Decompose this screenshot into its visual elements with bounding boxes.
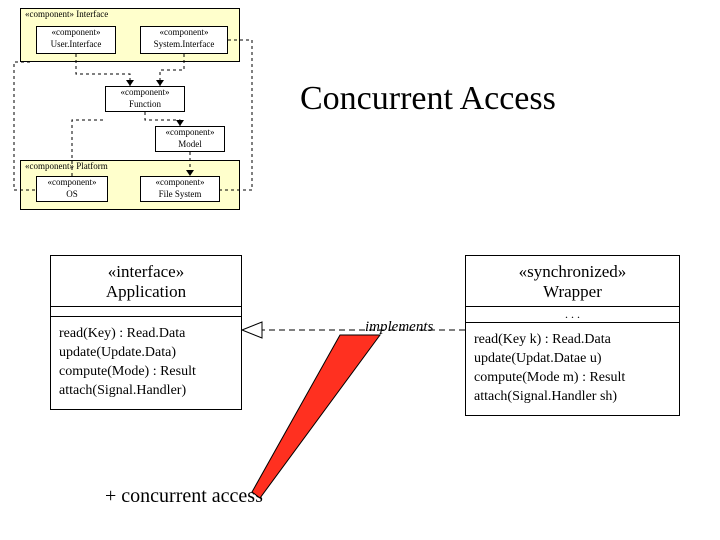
stereo: «component» — [141, 177, 219, 189]
stereo: «component» — [156, 127, 224, 139]
op: read(Key k) : Read.Data — [474, 331, 671, 350]
label-interface-outer: «component» Interface — [21, 9, 239, 21]
component-os: «component» OS — [36, 176, 108, 202]
stereo: «component» — [106, 87, 184, 99]
wrapper-name: Wrapper — [470, 282, 675, 302]
op: read(Key) : Read.Data — [59, 325, 233, 344]
op: compute(Mode m) : Result — [474, 369, 671, 388]
op: compute(Mode) : Result — [59, 363, 233, 382]
interface-mid — [51, 307, 241, 317]
op: attach(Signal.Handler sh) — [474, 388, 671, 407]
page-title: Concurrent Access — [300, 80, 556, 118]
concurrent-access-label: + concurrent access — [105, 485, 263, 508]
interface-ops: read(Key) : Read.Data update(Update.Data… — [51, 317, 241, 409]
op: update(Updat.Datae u) — [474, 350, 671, 369]
interface-stereo: «interface» — [55, 262, 237, 282]
op: update(Update.Data) — [59, 344, 233, 363]
component-function: «component» Function — [105, 86, 185, 112]
interface-class-box: «interface» Application read(Key) : Read… — [50, 255, 242, 410]
interface-head: «interface» Application — [51, 256, 241, 307]
name: File System — [141, 189, 219, 201]
op: attach(Signal.Handler) — [59, 382, 233, 401]
name: Function — [106, 99, 184, 111]
arrow-shape — [252, 335, 380, 498]
label-platform-outer: «component» Platform — [21, 161, 239, 173]
wrapper-stereo: «synchronized» — [470, 262, 675, 282]
wrapper-class-box: «synchronized» Wrapper . . . read(Key k)… — [465, 255, 680, 416]
component-filesystem: «component» File System — [140, 176, 220, 202]
interface-name: Application — [55, 282, 237, 302]
name: User.Interface — [37, 39, 115, 51]
stereo: «component» — [37, 27, 115, 39]
stereo: «component» — [37, 177, 107, 189]
name: Model — [156, 139, 224, 151]
name: System.Interface — [141, 39, 227, 51]
wrapper-head: «synchronized» Wrapper — [466, 256, 679, 307]
stereo: «component» — [141, 27, 227, 39]
component-model: «component» Model — [155, 126, 225, 152]
implements-label: implements — [365, 319, 433, 336]
component-user-interface: «component» User.Interface — [36, 26, 116, 54]
wrapper-mid: . . . — [466, 307, 679, 323]
component-system-interface: «component» System.Interface — [140, 26, 228, 54]
wrapper-ops: read(Key k) : Read.Data update(Updat.Dat… — [466, 323, 679, 415]
name: OS — [37, 189, 107, 201]
